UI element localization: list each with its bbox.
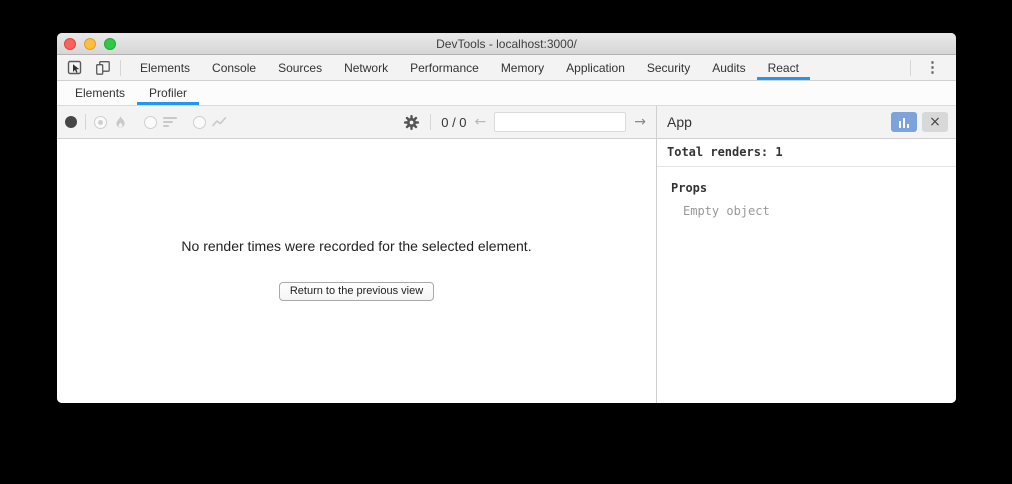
tab-elements[interactable]: Elements [129, 55, 201, 80]
props-value: Empty object [683, 204, 956, 218]
tab-sources[interactable]: Sources [267, 55, 333, 80]
previous-snapshot-icon[interactable]: ← [475, 114, 487, 130]
subtab-elements[interactable]: Elements [63, 81, 137, 105]
view-renders-chart-button[interactable] [891, 112, 917, 132]
inspect-element-icon[interactable] [66, 59, 84, 77]
tab-strip-right: ⋮ [902, 55, 956, 80]
total-renders-value: 1 [775, 145, 782, 159]
ranked-view-option[interactable] [144, 116, 177, 129]
return-previous-view-button[interactable]: Return to the previous view [279, 282, 434, 301]
search-input[interactable] [494, 112, 626, 132]
interactions-view-option[interactable] [193, 116, 227, 129]
total-renders-label: Total renders: [667, 145, 768, 159]
react-subtab-strip: Elements Profiler [57, 81, 956, 106]
selected-component-name: App [667, 114, 891, 130]
divider [85, 114, 86, 130]
tab-memory[interactable]: Memory [490, 55, 555, 80]
divider [120, 60, 121, 76]
tab-audits[interactable]: Audits [701, 55, 756, 80]
profiler-pane: 0 / 0 ← → No render times were recorded … [57, 106, 657, 403]
tab-performance[interactable]: Performance [399, 55, 490, 80]
devtools-window: DevTools - localhost:3000/ Elements Cons… [57, 33, 956, 403]
tab-network[interactable]: Network [333, 55, 399, 80]
more-options-icon[interactable]: ⋮ [919, 60, 946, 75]
zoom-window-button[interactable] [104, 38, 116, 50]
radio-unselected-icon[interactable] [144, 116, 157, 129]
tab-console[interactable]: Console [201, 55, 267, 80]
total-renders-row: Total renders: 1 [657, 139, 956, 167]
tab-application[interactable]: Application [555, 55, 636, 80]
tab-security[interactable]: Security [636, 55, 701, 80]
window-title: DevTools - localhost:3000/ [57, 37, 956, 51]
interactions-chart-icon [212, 116, 227, 128]
empty-state-message: No render times were recorded for the se… [181, 238, 531, 254]
profiler-toolbar: 0 / 0 ← → [57, 106, 656, 139]
detail-panel-header: App × [657, 106, 956, 139]
device-toolbar-icon[interactable] [94, 59, 112, 77]
subtab-profiler[interactable]: Profiler [137, 81, 199, 105]
next-snapshot-icon[interactable]: → [634, 114, 646, 130]
close-icon: × [929, 115, 941, 129]
devtools-tab-strip: Elements Console Sources Network Perform… [57, 55, 956, 81]
tab-react[interactable]: React [757, 55, 810, 80]
minimize-window-button[interactable] [84, 38, 96, 50]
detail-panel-body: Total renders: 1 Props Empty object [657, 139, 956, 403]
radio-unselected-icon[interactable] [193, 116, 206, 129]
close-panel-button[interactable]: × [922, 112, 948, 132]
close-window-button[interactable] [64, 38, 76, 50]
detail-panel: App × Total renders: 1 Props Empty objec… [657, 106, 956, 403]
toolbar-right: 0 / 0 ← → [403, 112, 648, 132]
ranked-bars-icon [163, 117, 177, 127]
titlebar: DevTools - localhost:3000/ [57, 33, 956, 55]
traffic-lights [64, 38, 116, 50]
divider [430, 114, 431, 130]
snapshot-counter: 0 / 0 [441, 115, 466, 130]
record-icon[interactable] [65, 116, 77, 128]
gear-icon[interactable] [403, 114, 420, 131]
divider [910, 60, 911, 76]
props-label: Props [671, 181, 956, 195]
flame-icon [113, 115, 128, 130]
profiler-empty-state: No render times were recorded for the se… [57, 139, 656, 403]
flamegraph-view-option[interactable] [94, 115, 128, 130]
profiler-main: 0 / 0 ← → No render times were recorded … [57, 106, 956, 403]
bar-chart-icon [899, 121, 901, 128]
devtools-tool-icons [57, 55, 112, 80]
radio-selected-icon[interactable] [94, 116, 107, 129]
